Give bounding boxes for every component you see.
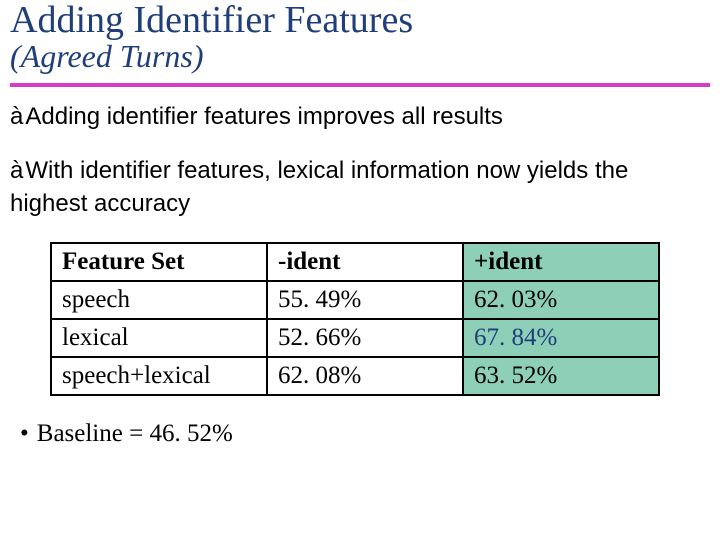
table-row: speech+lexical 62. 08% 63. 52% (51, 357, 659, 395)
table-row: speech 55. 49% 62. 03% (51, 281, 659, 319)
arrow-icon: à (10, 103, 23, 130)
row-label: speech+lexical (51, 357, 267, 395)
row-label: lexical (51, 319, 267, 357)
bullet-list: àAdding identifier features improves all… (10, 101, 710, 220)
baseline-note: • Baseline = 46. 52% (20, 420, 710, 448)
row-label: speech (51, 281, 267, 319)
col-header-plus: +ident (463, 243, 659, 281)
cell-plus: 67. 84% (463, 319, 659, 357)
baseline-text: Baseline = 46. 52% (37, 420, 233, 447)
results-table: Feature Set -ident +ident speech 55. 49%… (50, 242, 660, 396)
bullet-item: àAdding identifier features improves all… (10, 101, 710, 133)
cell-minus: 62. 08% (267, 357, 463, 395)
cell-minus: 52. 66% (267, 319, 463, 357)
cell-plus: 62. 03% (463, 281, 659, 319)
col-header-feature: Feature Set (51, 243, 267, 281)
slide-title: Adding Identifier Features (10, 0, 710, 42)
bullet-icon: • (20, 420, 29, 447)
col-header-minus: -ident (267, 243, 463, 281)
bullet-text: Adding identifier features improves all … (25, 103, 503, 130)
arrow-icon: à (10, 157, 23, 184)
divider (10, 83, 710, 87)
cell-plus: 63. 52% (463, 357, 659, 395)
bullet-text: With identifier features, lexical inform… (10, 157, 628, 216)
table-row: lexical 52. 66% 67. 84% (51, 319, 659, 357)
table-header-row: Feature Set -ident +ident (51, 243, 659, 281)
slide-subtitle: (Agreed Turns) (10, 38, 710, 75)
cell-minus: 55. 49% (267, 281, 463, 319)
bullet-item: àWith identifier features, lexical infor… (10, 155, 710, 220)
